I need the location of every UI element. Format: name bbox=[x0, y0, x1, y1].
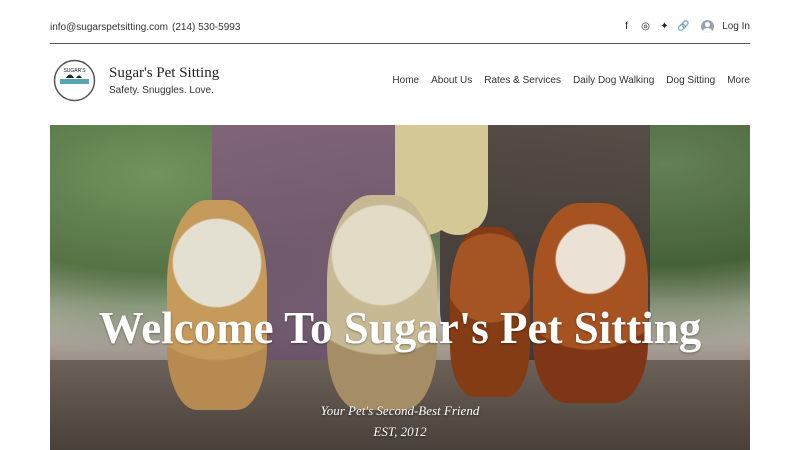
nav-about-us[interactable]: About Us bbox=[431, 75, 472, 86]
brand-tagline: Safety. Snuggles. Love. bbox=[109, 85, 214, 96]
nav-home[interactable]: Home bbox=[392, 75, 419, 86]
link-icon[interactable]: 🔗 bbox=[677, 20, 690, 33]
phone-link[interactable]: (214) 530-5993 bbox=[172, 22, 240, 33]
facebook-icon[interactable]: f bbox=[620, 20, 633, 33]
login-button[interactable]: Log In bbox=[701, 20, 750, 33]
hero-banner: Welcome To Sugar's Pet Sitting Your Pet'… bbox=[50, 125, 750, 450]
site-header: SUGAR'S Sugar's Pet Sitting Safety. Snug… bbox=[50, 44, 750, 119]
nav-daily-dog-walking[interactable]: Daily Dog Walking bbox=[573, 75, 654, 86]
hero-established: EST, 2012 bbox=[373, 424, 427, 439]
yelp-icon[interactable]: ✦ bbox=[658, 20, 671, 33]
brand-title[interactable]: Sugar's Pet Sitting bbox=[109, 65, 219, 82]
logo-text: SUGAR'S bbox=[63, 68, 86, 74]
nav-rates-services[interactable]: Rates & Services bbox=[484, 75, 561, 86]
hero-overlay bbox=[50, 125, 750, 450]
nav-dog-sitting[interactable]: Dog Sitting bbox=[666, 75, 715, 86]
email-link[interactable]: info@sugarspetsitting.com bbox=[50, 22, 168, 33]
main-nav: Home About Us Rates & Services Daily Dog… bbox=[392, 75, 750, 86]
nav-more[interactable]: More bbox=[727, 75, 750, 86]
social-icons: f ◎ ✦ 🔗 bbox=[620, 20, 690, 33]
logo-icon: SUGAR'S bbox=[53, 59, 96, 102]
avatar-icon bbox=[701, 20, 715, 33]
top-contact-bar: info@sugarspetsitting.com (214) 530-5993… bbox=[50, 0, 750, 44]
hero-subtitle: Your Pet's Second-Best Friend bbox=[320, 403, 480, 418]
login-label: Log In bbox=[722, 21, 750, 32]
instagram-icon[interactable]: ◎ bbox=[639, 20, 652, 33]
hero-title: Welcome To Sugar's Pet Sitting bbox=[98, 303, 702, 354]
